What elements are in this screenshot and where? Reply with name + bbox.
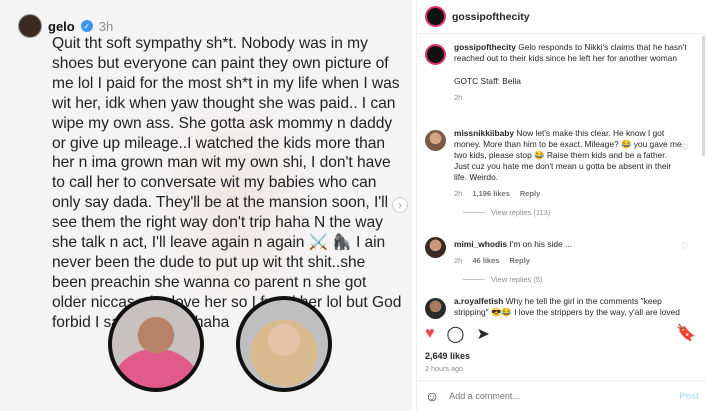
action-bar: ♥ ◯ ➤ bbox=[425, 324, 490, 344]
caption-username[interactable]: gossipofthecity bbox=[454, 42, 516, 52]
post-button[interactable]: Post bbox=[679, 391, 699, 401]
view-replies-button[interactable]: View replies (5) bbox=[463, 275, 695, 284]
story-username: gelo bbox=[48, 18, 75, 34]
story-text: Quit tht soft sympathy sh*t. Nobody was … bbox=[52, 35, 402, 331]
comment-time: 2h bbox=[454, 189, 463, 198]
post-time: 2 hours ago bbox=[425, 364, 463, 373]
avatar[interactable] bbox=[425, 130, 446, 151]
comment-username[interactable]: missnikkiibaby bbox=[454, 128, 514, 138]
avatar[interactable] bbox=[425, 44, 446, 65]
avatar[interactable] bbox=[425, 237, 446, 258]
comment-username[interactable]: mimi_whodis bbox=[454, 239, 507, 249]
share-icon[interactable]: ➤ bbox=[476, 324, 489, 344]
heart-icon[interactable]: ♥ bbox=[425, 325, 435, 343]
comment-text: I'm on his side ... bbox=[509, 239, 572, 249]
avatar[interactable] bbox=[425, 6, 446, 27]
header-username[interactable]: gossipofthecity bbox=[452, 11, 530, 23]
like-comment-icon[interactable]: ♡ bbox=[681, 241, 689, 252]
comment: a.royalfetish Why he tell the girl in th… bbox=[425, 296, 695, 319]
caption: gossipofthecity Gelo responds to Nikki's… bbox=[425, 42, 705, 102]
like-comment-icon[interactable]: ♡ bbox=[681, 142, 689, 153]
emoji-icon[interactable]: ☺ bbox=[425, 388, 439, 404]
story-time: 3h bbox=[98, 18, 114, 34]
reply-button[interactable]: Reply bbox=[520, 189, 540, 198]
next-slide-icon[interactable]: › bbox=[392, 197, 408, 213]
gelo-photo bbox=[108, 296, 204, 392]
comment-icon[interactable]: ◯ bbox=[447, 324, 465, 344]
comments-panel: gossipofthecity gossipofthecity Gelo res… bbox=[416, 0, 706, 411]
post-header: gossipofthecity bbox=[417, 0, 706, 34]
reply-button[interactable]: Reply bbox=[509, 256, 529, 265]
bookmark-icon[interactable]: 🔖 bbox=[676, 323, 696, 343]
comment-likes[interactable]: 1,196 likes bbox=[472, 189, 510, 198]
comment-input[interactable] bbox=[449, 391, 670, 401]
comment: missnikkiibaby Now let's make this clear… bbox=[425, 128, 695, 217]
add-comment-bar: ☺ Post bbox=[417, 380, 706, 411]
verified-icon: ✓ bbox=[80, 20, 93, 32]
comment-time: 2h bbox=[454, 256, 463, 265]
faces-row bbox=[108, 296, 408, 396]
nikki-photo bbox=[236, 296, 332, 392]
comment: mimi_whodis I'm on his side ... 2h 46 li… bbox=[425, 235, 695, 284]
avatar[interactable] bbox=[425, 298, 446, 319]
avatar bbox=[18, 14, 42, 38]
view-replies-button[interactable]: View replies (113) bbox=[463, 208, 695, 217]
comment-likes[interactable]: 46 likes bbox=[472, 256, 499, 265]
post-image: gelo ✓ 3h Quit tht soft sympathy sh*t. N… bbox=[0, 0, 412, 411]
likes-count[interactable]: 2,649 likes bbox=[425, 351, 470, 361]
caption-staff: GOTC Staff: Bella bbox=[454, 76, 521, 86]
caption-time: 2h bbox=[454, 93, 463, 102]
comment-username[interactable]: a.royalfetish bbox=[454, 296, 503, 306]
